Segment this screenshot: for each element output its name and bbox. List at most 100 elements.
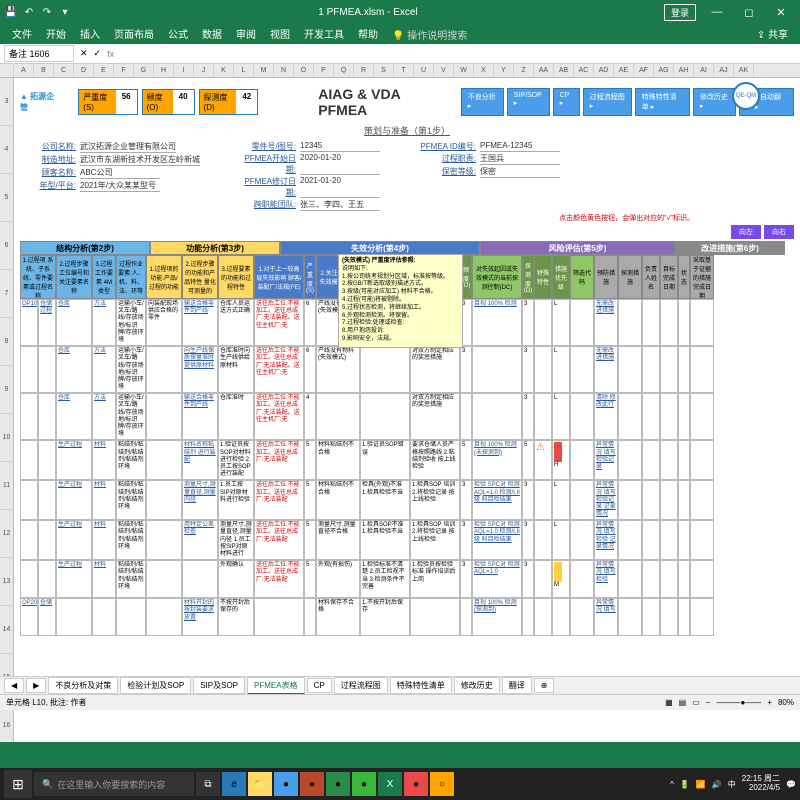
col-header[interactable]: AB	[554, 64, 574, 77]
table-row[interactable]: 仓库方法 运输小车/叉车/路线/存放场地/标识牌/存放环境 向生产线保质保量准时…	[20, 346, 794, 393]
col-header[interactable]: AD	[594, 64, 614, 77]
nav-right-button[interactable]: 向右	[764, 225, 794, 239]
col-header[interactable]: W	[454, 64, 474, 77]
row-header[interactable]: 4	[0, 126, 13, 174]
col-header[interactable]: J	[194, 64, 214, 77]
col-header[interactable]: M	[254, 64, 274, 77]
app-icon[interactable]: ●	[326, 772, 350, 796]
row-header[interactable]: 8	[0, 318, 13, 366]
sheet-tab[interactable]: 过程流程图	[334, 677, 388, 694]
nav-left-button[interactable]: 向左	[731, 225, 761, 239]
explorer-icon[interactable]: 📁	[248, 772, 272, 796]
tray-volume-icon[interactable]: 🔊	[712, 780, 722, 789]
col-header[interactable]: AH	[674, 64, 694, 77]
col-header[interactable]: V	[434, 64, 454, 77]
cancel-icon[interactable]: ✕	[80, 48, 88, 59]
info-value[interactable]: 2020-01-20	[300, 153, 380, 175]
minimize-icon[interactable]: —	[702, 6, 732, 19]
ribbon-tab[interactable]: 帮助	[352, 24, 384, 44]
sheet-tab[interactable]: SIP及SOP	[193, 677, 245, 694]
view-break-icon[interactable]: ▭	[692, 698, 700, 707]
sheet-tab[interactable]: 翻译	[502, 677, 532, 694]
row-header[interactable]: 13	[0, 558, 13, 606]
sheet-tab[interactable]: 特殊特性清单	[390, 677, 452, 694]
start-button[interactable]: ⊞	[4, 770, 32, 798]
view-normal-icon[interactable]: ▦	[665, 698, 673, 707]
add-sheet-icon[interactable]: ⊕	[534, 678, 555, 693]
col-header[interactable]: S	[374, 64, 394, 77]
row-header[interactable]: 5	[0, 174, 13, 222]
tell-me[interactable]: 💡 操作说明搜索	[386, 24, 473, 44]
login-button[interactable]: 登录	[664, 4, 696, 21]
ribbon-tab[interactable]: 开发工具	[298, 24, 350, 44]
col-header[interactable]: P	[314, 64, 334, 77]
col-header[interactable]: G	[134, 64, 154, 77]
info-value[interactable]: 张三、李四、王五	[300, 199, 380, 211]
tray-up-icon[interactable]: ^	[670, 780, 674, 789]
taskbar-search[interactable]: 🔍 在这里输入你要搜索的内容	[34, 772, 194, 796]
save-icon[interactable]: 💾	[4, 5, 18, 19]
ribbon-tab[interactable]: 文件	[6, 24, 38, 44]
col-header[interactable]: R	[354, 64, 374, 77]
col-header[interactable]: T	[394, 64, 414, 77]
col-header[interactable]: Y	[494, 64, 514, 77]
edge-icon[interactable]: e	[222, 772, 246, 796]
notification-icon[interactable]: 💬	[786, 780, 796, 789]
tray-ime-icon[interactable]: 中	[728, 779, 736, 790]
col-header[interactable]: D	[74, 64, 94, 77]
action-button[interactable]: SIP/SOP ▸	[507, 88, 550, 116]
sheet-nav[interactable]: ◀	[4, 678, 24, 693]
info-value[interactable]: PFMEA-12345	[480, 141, 560, 152]
action-button[interactable]: 修改历史 ▸	[693, 88, 736, 116]
taskbar-clock[interactable]: 22:15 周二2022/4/5	[742, 775, 780, 793]
app-icon[interactable]: ○	[430, 772, 454, 796]
col-header[interactable]: AG	[654, 64, 674, 77]
sheet-tab[interactable]: CP	[307, 678, 332, 693]
table-row[interactable]: OP20仓储 材料开封的按封装要求放置不按开封后保存的 材料保存不合格1.不按开…	[20, 598, 794, 636]
info-value[interactable]: ABC公司	[80, 167, 160, 179]
zoom-level[interactable]: 80%	[778, 698, 794, 707]
col-header[interactable]: E	[94, 64, 114, 77]
view-layout-icon[interactable]: ▤	[679, 698, 687, 707]
app-icon[interactable]: ●	[274, 772, 298, 796]
info-value[interactable]: 保密	[480, 166, 560, 178]
table-row[interactable]: 生产过程材料 粘结剂/粘结剂/粘结剂/粘结剂环境 用特定公差检查测量尺寸,测量直…	[20, 520, 794, 560]
row-header[interactable]: 6	[0, 222, 13, 270]
col-header[interactable]: Q	[334, 64, 354, 77]
wechat-icon[interactable]: ●	[352, 772, 376, 796]
col-header[interactable]: AE	[614, 64, 634, 77]
col-header[interactable]: I	[174, 64, 194, 77]
share-button[interactable]: ⇪ 共享	[751, 24, 794, 44]
col-header[interactable]: AF	[634, 64, 654, 77]
zoom-in-icon[interactable]: +	[767, 698, 772, 707]
col-header[interactable]: A	[14, 64, 34, 77]
action-button[interactable]: 不良分析 ▸	[461, 88, 504, 116]
info-value[interactable]: 12345	[300, 141, 380, 152]
action-button[interactable]: 特殊特性清单 ▸	[635, 88, 690, 116]
info-value[interactable]: 2021年/大众某某型号	[80, 180, 160, 192]
ribbon-tab[interactable]: 审阅	[230, 24, 262, 44]
row-header[interactable]: 14	[0, 606, 13, 654]
ribbon-tab[interactable]: 开始	[40, 24, 72, 44]
info-value[interactable]: 王国兵	[480, 153, 560, 165]
row-header[interactable]: 10	[0, 414, 13, 462]
zoom-out-icon[interactable]: −	[706, 698, 711, 707]
col-header[interactable]: AI	[694, 64, 714, 77]
row-header[interactable]: 12	[0, 510, 13, 558]
col-header[interactable]: K	[214, 64, 234, 77]
action-button[interactable]: CP ▸	[553, 88, 580, 116]
row-header[interactable]: 7	[0, 270, 13, 318]
col-header[interactable]: AK	[734, 64, 754, 77]
fx-icon[interactable]: fx	[107, 49, 114, 59]
enter-icon[interactable]: ✓	[94, 48, 102, 59]
col-header[interactable]: X	[474, 64, 494, 77]
ribbon-tab[interactable]: 公式	[162, 24, 194, 44]
excel-icon[interactable]: X	[378, 772, 402, 796]
col-header[interactable]: F	[114, 64, 134, 77]
col-header[interactable]: O	[294, 64, 314, 77]
maximize-icon[interactable]: ◻	[734, 6, 764, 19]
sheet-tab[interactable]: 检验计划及SOP	[120, 677, 191, 694]
info-value[interactable]: 武汉拓源企业管理有限公司	[80, 141, 176, 153]
sheet-tab[interactable]: PFMEA表格	[247, 677, 305, 695]
close-icon[interactable]: ✕	[766, 6, 796, 19]
